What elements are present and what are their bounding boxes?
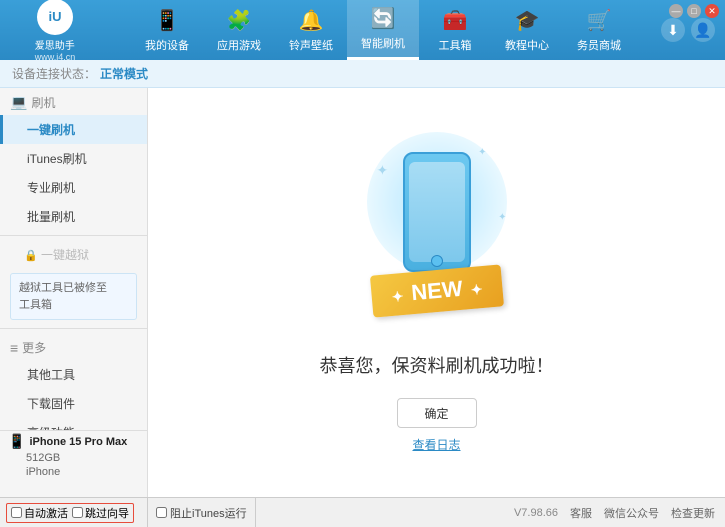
- user-icon[interactable]: 👤: [691, 18, 715, 42]
- device-capacity-row: 512GB: [26, 450, 139, 464]
- new-banner: ✦ NEW ✦: [369, 264, 503, 317]
- apps-icon: 🧩: [227, 8, 252, 33]
- sidebar-divider-1: [0, 235, 147, 236]
- itunes-checkbox[interactable]: [156, 507, 167, 518]
- checkbox-row: 自动激活 跳过向导: [6, 503, 141, 523]
- new-star-left: ✦: [391, 288, 404, 305]
- itunes-check-area: 阻止iTunes运行: [148, 498, 256, 527]
- more-section-icon: ≡: [10, 340, 18, 356]
- nav-flash[interactable]: 🔄 智能刷机: [347, 0, 419, 60]
- sidebar-item-jailbreak-disabled: 🔒 一键越狱: [0, 240, 147, 269]
- status-label: 设备连接状态：: [12, 65, 96, 82]
- sidebar-item-other-tools[interactable]: 其他工具: [0, 360, 147, 389]
- phone-illustration: ✦ ✦ ✦ ✦ NEW ✦: [357, 132, 517, 332]
- flash-section-icon: 💻: [10, 94, 27, 111]
- log-link[interactable]: 查看日志: [412, 436, 460, 453]
- status-value: 正常模式: [100, 65, 148, 82]
- store-icon: 🛒: [587, 8, 612, 33]
- status-bar: 设备连接状态： 正常模式: [0, 60, 725, 88]
- nav-apps[interactable]: 🧩 应用游戏: [203, 0, 275, 60]
- download-icon[interactable]: ⬇: [661, 18, 685, 42]
- tutorial-icon: 🎓: [515, 8, 540, 33]
- nav-tutorial[interactable]: 🎓 教程中心: [491, 0, 563, 60]
- phone-home-button: [431, 255, 443, 267]
- itunes-label: 阻止iTunes运行: [170, 505, 247, 521]
- nav-store[interactable]: 🛒 务员商城: [563, 0, 635, 60]
- sidebar-section-flash: 💻 刷机: [0, 88, 147, 115]
- logo-area: iU 爱思助手 www.i4.cn: [10, 0, 100, 62]
- sparkle-3: ✦: [498, 212, 506, 223]
- sidebar-item-onekey[interactable]: 一键刷机: [0, 115, 147, 144]
- logo-icon: iU: [37, 0, 73, 35]
- flash-icon: 🔄: [371, 6, 396, 31]
- phone-body: [403, 152, 471, 272]
- sidebar-item-pro[interactable]: 专业刷机: [0, 173, 147, 202]
- nav-items: 📱 我的设备 🧩 应用游戏 🔔 铃声壁纸 🔄 智能刷机 🧰 工具箱 🎓 教程中心…: [105, 0, 661, 60]
- device-phone-icon: 📱: [8, 433, 25, 450]
- window-close[interactable]: ✕: [705, 4, 719, 18]
- nav-tools[interactable]: 🧰 工具箱: [419, 0, 491, 60]
- auto-activate-checkbox-label[interactable]: 自动激活: [11, 505, 68, 521]
- tools-icon: 🧰: [443, 8, 468, 33]
- device-name: iPhone 15 Pro Max: [29, 436, 127, 448]
- device-type-row: iPhone: [26, 464, 139, 478]
- phone-screen: [409, 162, 465, 262]
- version-text: V7.98.66: [514, 507, 558, 519]
- bottom-right: V7.98.66 客服 微信公众号 检查更新: [504, 505, 725, 521]
- sidebar-divider-2: [0, 328, 147, 329]
- window-maximize[interactable]: □: [687, 4, 701, 18]
- device-capacity: 512GB: [26, 452, 60, 464]
- skip-guide-checkbox[interactable]: [72, 507, 83, 518]
- bottom-bar: 自动激活 跳过向导 阻止iTunes运行 V7.98.66 客服 微信公众号 检…: [0, 497, 725, 527]
- device-info-panel: 📱 iPhone 15 Pro Max 512GB iPhone: [0, 430, 148, 482]
- sidebar-item-download-firmware[interactable]: 下载固件: [0, 389, 147, 418]
- top-bar: — □ ✕ iU 爱思助手 www.i4.cn 📱 我的设备 🧩 应用游戏 🔔 …: [0, 0, 725, 60]
- logo-text: 爱思助手 www.i4.cn: [35, 37, 76, 62]
- wechat-link[interactable]: 微信公众号: [604, 505, 659, 521]
- success-text: 恭喜您，保资料刷机成功啦！: [320, 352, 554, 378]
- nav-ringtone[interactable]: 🔔 铃声壁纸: [275, 0, 347, 60]
- skip-guide-checkbox-label[interactable]: 跳过向导: [72, 505, 129, 521]
- top-right-icons: ⬇ 👤: [661, 18, 715, 42]
- customer-service-link[interactable]: 客服: [570, 505, 592, 521]
- sparkle-2: ✦: [478, 147, 486, 158]
- device-type: iPhone: [26, 466, 60, 478]
- new-star-right: ✦: [470, 281, 483, 298]
- check-update-link[interactable]: 检查更新: [671, 505, 715, 521]
- window-minimize[interactable]: —: [669, 4, 683, 18]
- auto-activate-checkbox[interactable]: [11, 507, 22, 518]
- sparkle-1: ✦: [377, 162, 389, 179]
- sidebar-section-more: ≡ 更多: [0, 333, 147, 360]
- nav-my-device[interactable]: 📱 我的设备: [131, 0, 203, 60]
- my-device-icon: 📱: [155, 8, 180, 33]
- content-area: ✦ ✦ ✦ ✦ NEW ✦ 恭喜您，保资料刷机成功啦！ 确定 查看日志: [148, 88, 725, 497]
- sidebar-item-itunes[interactable]: iTunes刷机: [0, 144, 147, 173]
- device-name-row: 📱 iPhone 15 Pro Max: [8, 433, 139, 450]
- sidebar-note-jailbreak: 越狱工具已被修至 工具箱: [10, 273, 137, 320]
- ringtone-icon: 🔔: [299, 8, 324, 33]
- bottom-left-section: 自动激活 跳过向导: [0, 498, 148, 527]
- sidebar-item-batch[interactable]: 批量刷机: [0, 202, 147, 231]
- checkbox-group: 自动激活 跳过向导: [6, 503, 134, 523]
- confirm-button[interactable]: 确定: [397, 398, 477, 428]
